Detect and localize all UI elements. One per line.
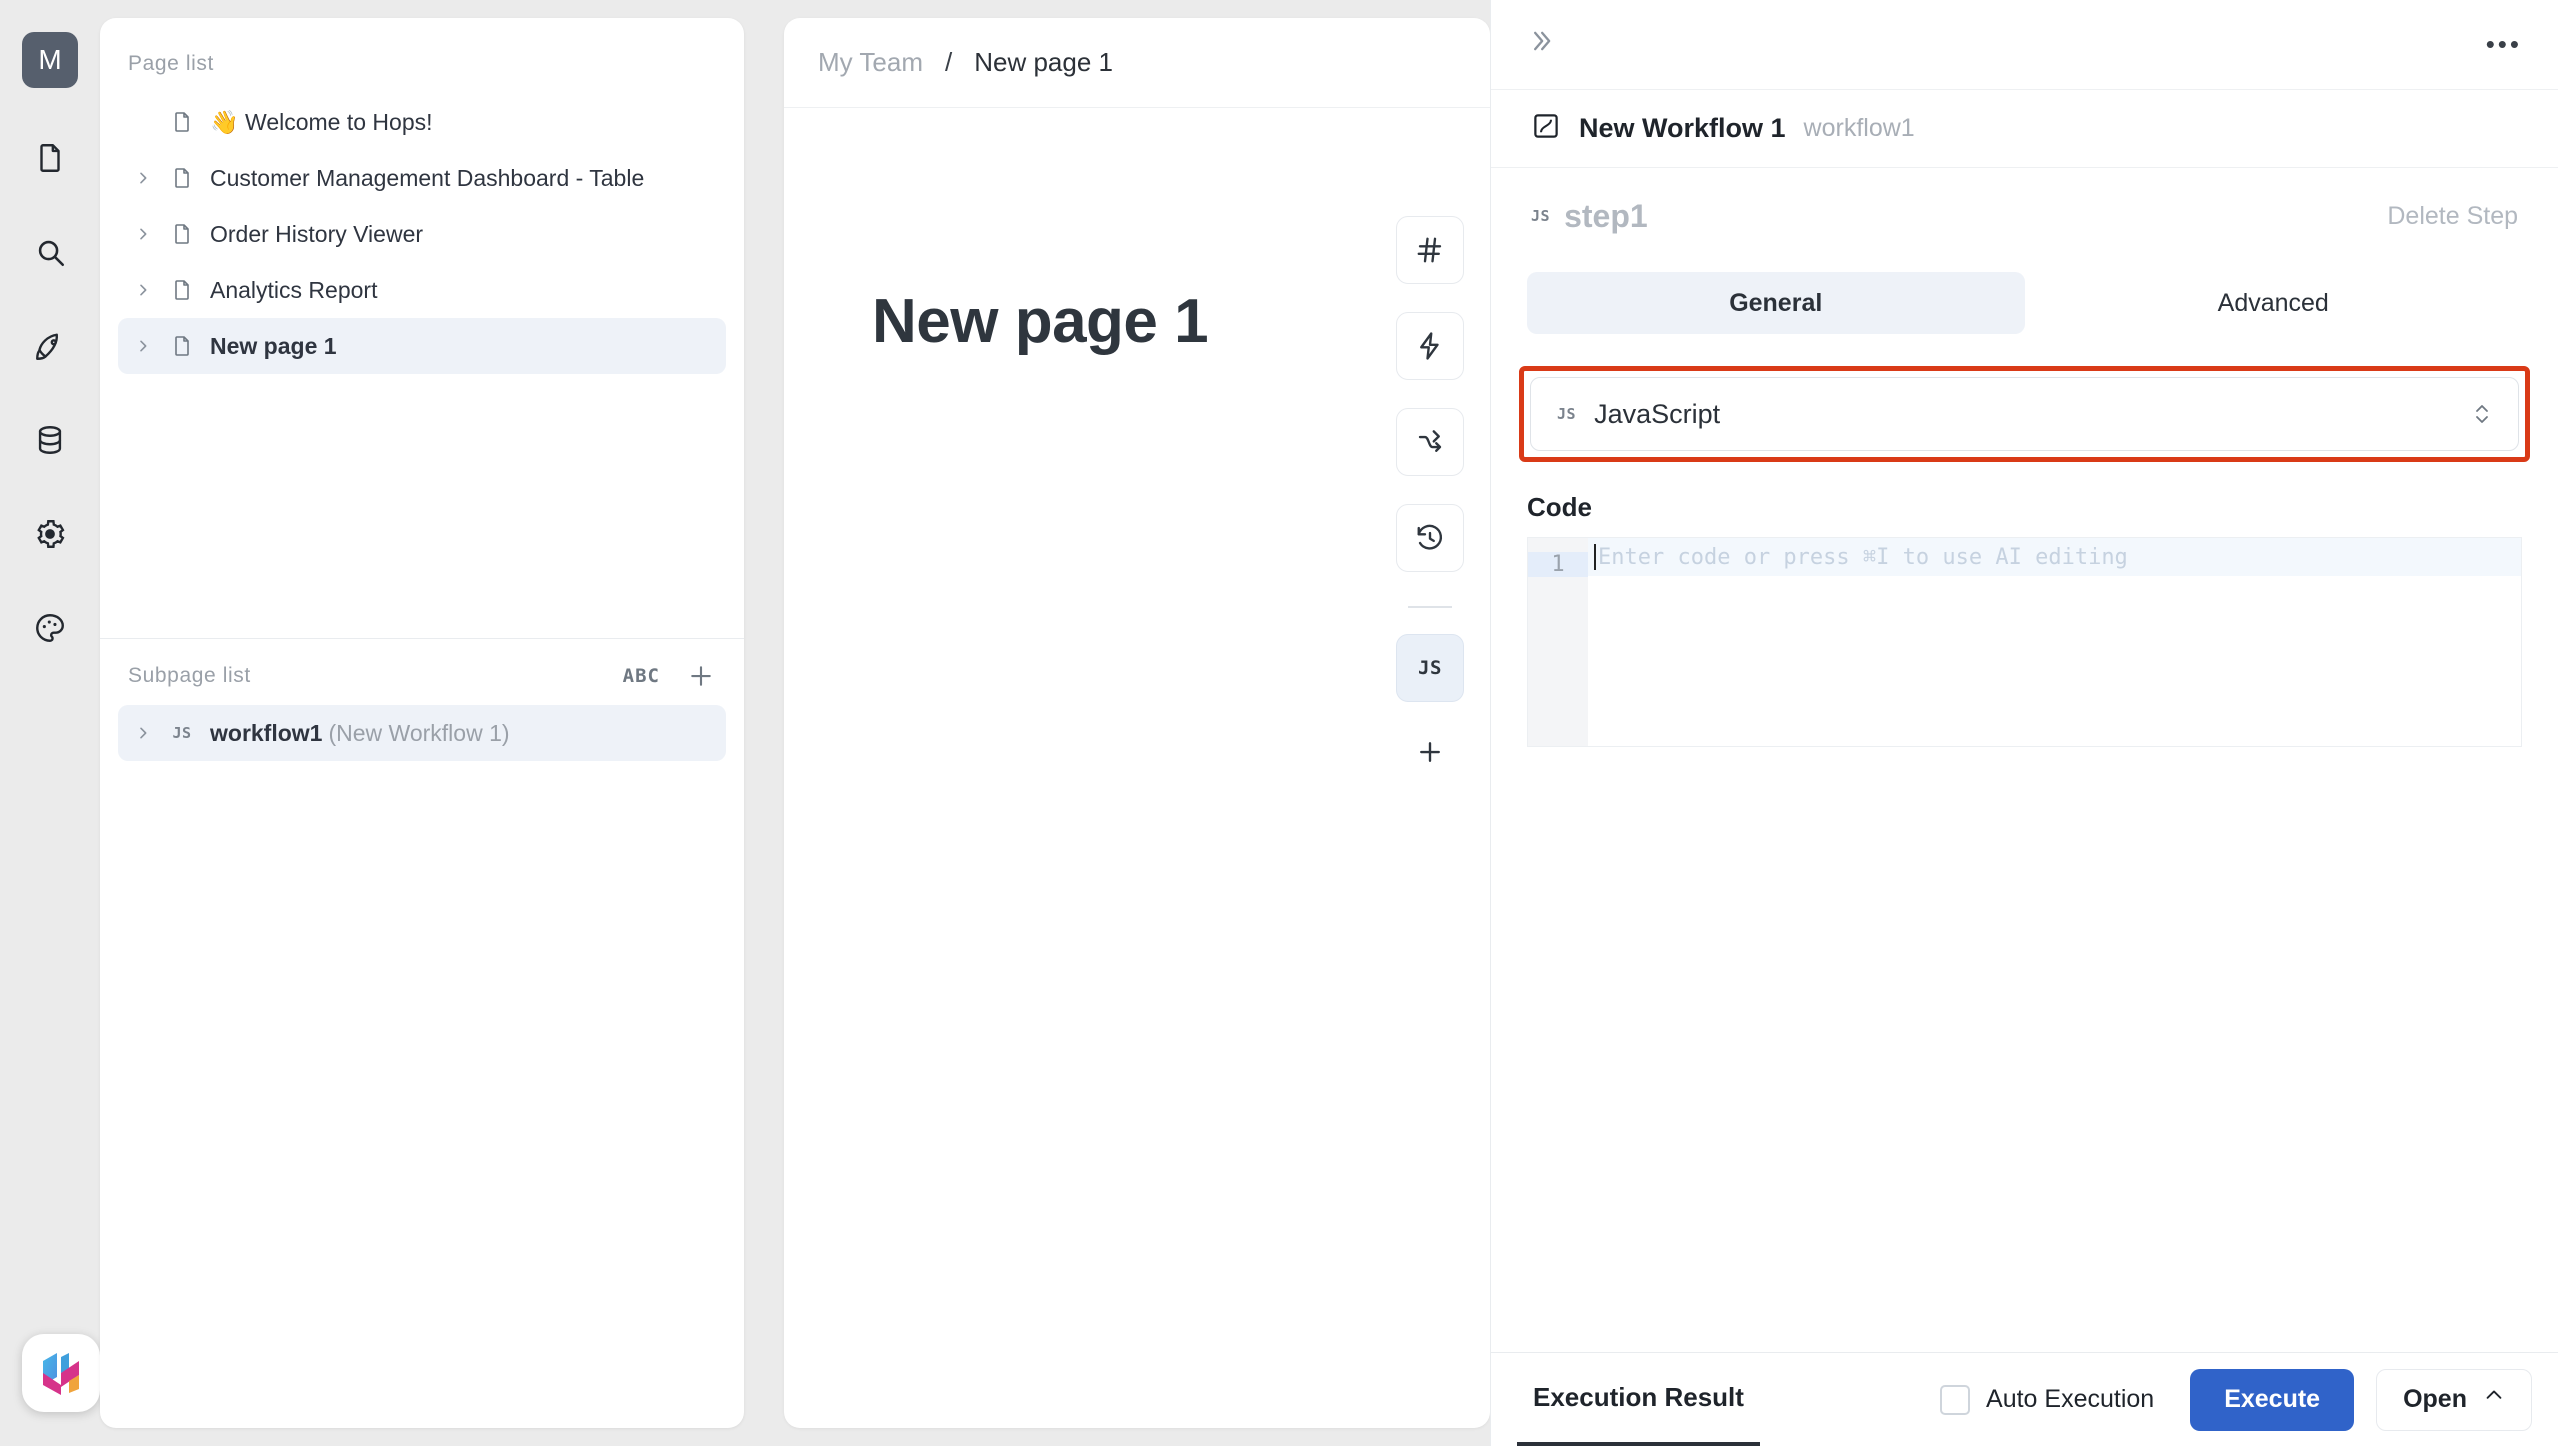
- active-code-line[interactable]: Enter code or press ⌘I to use AI editing: [1588, 538, 2521, 576]
- subpage-list-title: Subpage list: [128, 664, 251, 687]
- abc-icon-label: ABC: [622, 665, 660, 687]
- auto-execution-checkbox[interactable]: [1940, 1384, 1971, 1415]
- branch-icon[interactable]: [1396, 408, 1464, 476]
- page-tree-item[interactable]: Order History Viewer: [118, 206, 726, 262]
- page-tree-item-label: Customer Management Dashboard - Table: [210, 164, 645, 191]
- js-badge: JS: [1557, 405, 1577, 423]
- language-select[interactable]: JS JavaScript: [1530, 377, 2519, 451]
- chevron-right-icon[interactable]: [126, 338, 160, 354]
- auto-execution-label: Auto Execution: [1986, 1385, 2155, 1413]
- text-caret: [1594, 544, 1596, 570]
- tab-advanced[interactable]: Advanced: [2025, 272, 2523, 334]
- page-editor-panel: My Team / New page 1 New page 1 JS: [784, 18, 1490, 1428]
- document-icon: [160, 109, 204, 135]
- chevron-right-icon[interactable]: [126, 170, 160, 186]
- canvas-toolbar: JS: [1396, 216, 1464, 774]
- lightning-icon[interactable]: [1396, 312, 1464, 380]
- code-label: Code: [1527, 492, 1592, 522]
- document-icon: [160, 165, 204, 191]
- history-icon[interactable]: [1396, 504, 1464, 572]
- page-tree-item[interactable]: Analytics Report: [118, 262, 726, 318]
- workflow-icon: [1531, 111, 1561, 146]
- palette-icon[interactable]: [22, 600, 78, 656]
- code-editor[interactable]: 1 Enter code or press ⌘I to use AI editi…: [1527, 537, 2522, 747]
- workspace-avatar[interactable]: M: [22, 32, 78, 88]
- database-icon[interactable]: [22, 412, 78, 468]
- gear-icon[interactable]: [22, 506, 78, 562]
- workflow-key: workflow1: [1803, 114, 1915, 142]
- subpage-item-workflow1[interactable]: JS workflow1 (New Workflow 1): [118, 705, 726, 761]
- code-input-area[interactable]: Enter code or press ⌘I to use AI editing: [1588, 538, 2521, 746]
- page-tree-item-label: Analytics Report: [210, 276, 378, 303]
- chevron-updown-icon[interactable]: [2472, 399, 2492, 429]
- tab-general[interactable]: General: [1527, 272, 2025, 334]
- js-badge: JS: [172, 724, 192, 742]
- breadcrumb: My Team / New page 1: [784, 18, 1490, 108]
- execution-controls: Auto Execution Execute Open: [1940, 1368, 2532, 1431]
- breadcrumb-team[interactable]: My Team: [818, 47, 923, 78]
- js-icon-label: JS: [1418, 657, 1442, 679]
- editor-gutter: 1: [1528, 538, 1588, 746]
- app-root: M Page list 👋 Welcome to Hops! Customer …: [0, 0, 2558, 1446]
- execution-bar: Execution Result Auto Execution Execute …: [1491, 1352, 2558, 1446]
- subpage-item-name: workflow1: [210, 719, 323, 746]
- page-tree-item-label: New page 1: [210, 332, 337, 359]
- chevron-right-icon[interactable]: [126, 725, 160, 741]
- toolbar-divider: [1408, 606, 1452, 608]
- step-name[interactable]: step1: [1564, 198, 1648, 235]
- document-icon: [160, 277, 204, 303]
- chevron-right-icon[interactable]: [126, 282, 160, 298]
- collapse-panel-icon[interactable]: [1527, 27, 1555, 63]
- rocket-icon[interactable]: [22, 318, 78, 374]
- open-button-label: Open: [2403, 1385, 2467, 1413]
- left-icon-rail: M: [0, 0, 100, 1446]
- subpage-header: Subpage list ABC: [100, 639, 744, 705]
- language-select-highlight: JS JavaScript: [1519, 366, 2530, 462]
- more-options-icon[interactable]: •••: [2486, 29, 2522, 60]
- inspector-topbar: •••: [1491, 0, 2558, 90]
- subpage-section: Subpage list ABC JS workflow1 (New Workf…: [100, 638, 744, 779]
- inspector-tabs: General Advanced: [1491, 272, 2558, 334]
- step-header: JS step1 Delete Step: [1491, 168, 2558, 264]
- tab-execution-result[interactable]: Execution Result: [1517, 1353, 1760, 1446]
- center-wrap: My Team / New page 1 New page 1 JS: [744, 0, 1490, 1446]
- subpage-item-alias: (New Workflow 1): [328, 719, 510, 746]
- add-block-icon[interactable]: [1396, 730, 1464, 774]
- language-select-value: JavaScript: [1594, 398, 1721, 429]
- search-icon[interactable]: [22, 224, 78, 280]
- workflow-inspector-panel: ••• New Workflow 1 workflow1 JS step1 De…: [1490, 0, 2558, 1446]
- page-sidebar: Page list 👋 Welcome to Hops! Customer Ma…: [100, 18, 744, 1428]
- open-button[interactable]: Open: [2376, 1368, 2532, 1431]
- page-tree-item-label: 👋 Welcome to Hops!: [210, 108, 433, 135]
- delete-step-button[interactable]: Delete Step: [2387, 202, 2518, 231]
- page-title[interactable]: New page 1: [872, 286, 1209, 357]
- page-tree-item-label: Order History Viewer: [210, 220, 424, 247]
- chevron-right-icon[interactable]: [126, 226, 160, 242]
- page-tree-item[interactable]: Customer Management Dashboard - Table: [118, 150, 726, 206]
- line-number: 1: [1528, 552, 1588, 577]
- js-badge: JS: [1531, 207, 1551, 225]
- hash-icon[interactable]: [1396, 216, 1464, 284]
- breadcrumb-current: New page 1: [974, 47, 1113, 77]
- document-icon[interactable]: [22, 130, 78, 186]
- workflow-header: New Workflow 1 workflow1: [1491, 90, 2558, 168]
- execute-button[interactable]: Execute: [2190, 1368, 2355, 1431]
- breadcrumb-separator: /: [945, 47, 953, 77]
- page-tree-item[interactable]: 👋 Welcome to Hops!: [118, 94, 726, 150]
- page-canvas[interactable]: New page 1 JS: [784, 108, 1490, 1428]
- add-subpage-icon[interactable]: [686, 661, 716, 691]
- abc-icon[interactable]: ABC: [623, 665, 660, 687]
- page-list-title: Page list: [128, 52, 214, 75]
- workflow-name: New Workflow 1: [1579, 113, 1786, 143]
- app-logo[interactable]: [22, 1334, 100, 1412]
- document-icon: [160, 221, 204, 247]
- js-icon[interactable]: JS: [1396, 634, 1464, 702]
- document-icon: [160, 333, 204, 359]
- chevron-up-icon: [2483, 1385, 2505, 1414]
- page-tree: 👋 Welcome to Hops! Customer Management D…: [100, 94, 744, 374]
- code-placeholder: Enter code or press ⌘I to use AI editing: [1598, 544, 2128, 570]
- page-tree-item-new-page-1[interactable]: New page 1: [118, 318, 726, 374]
